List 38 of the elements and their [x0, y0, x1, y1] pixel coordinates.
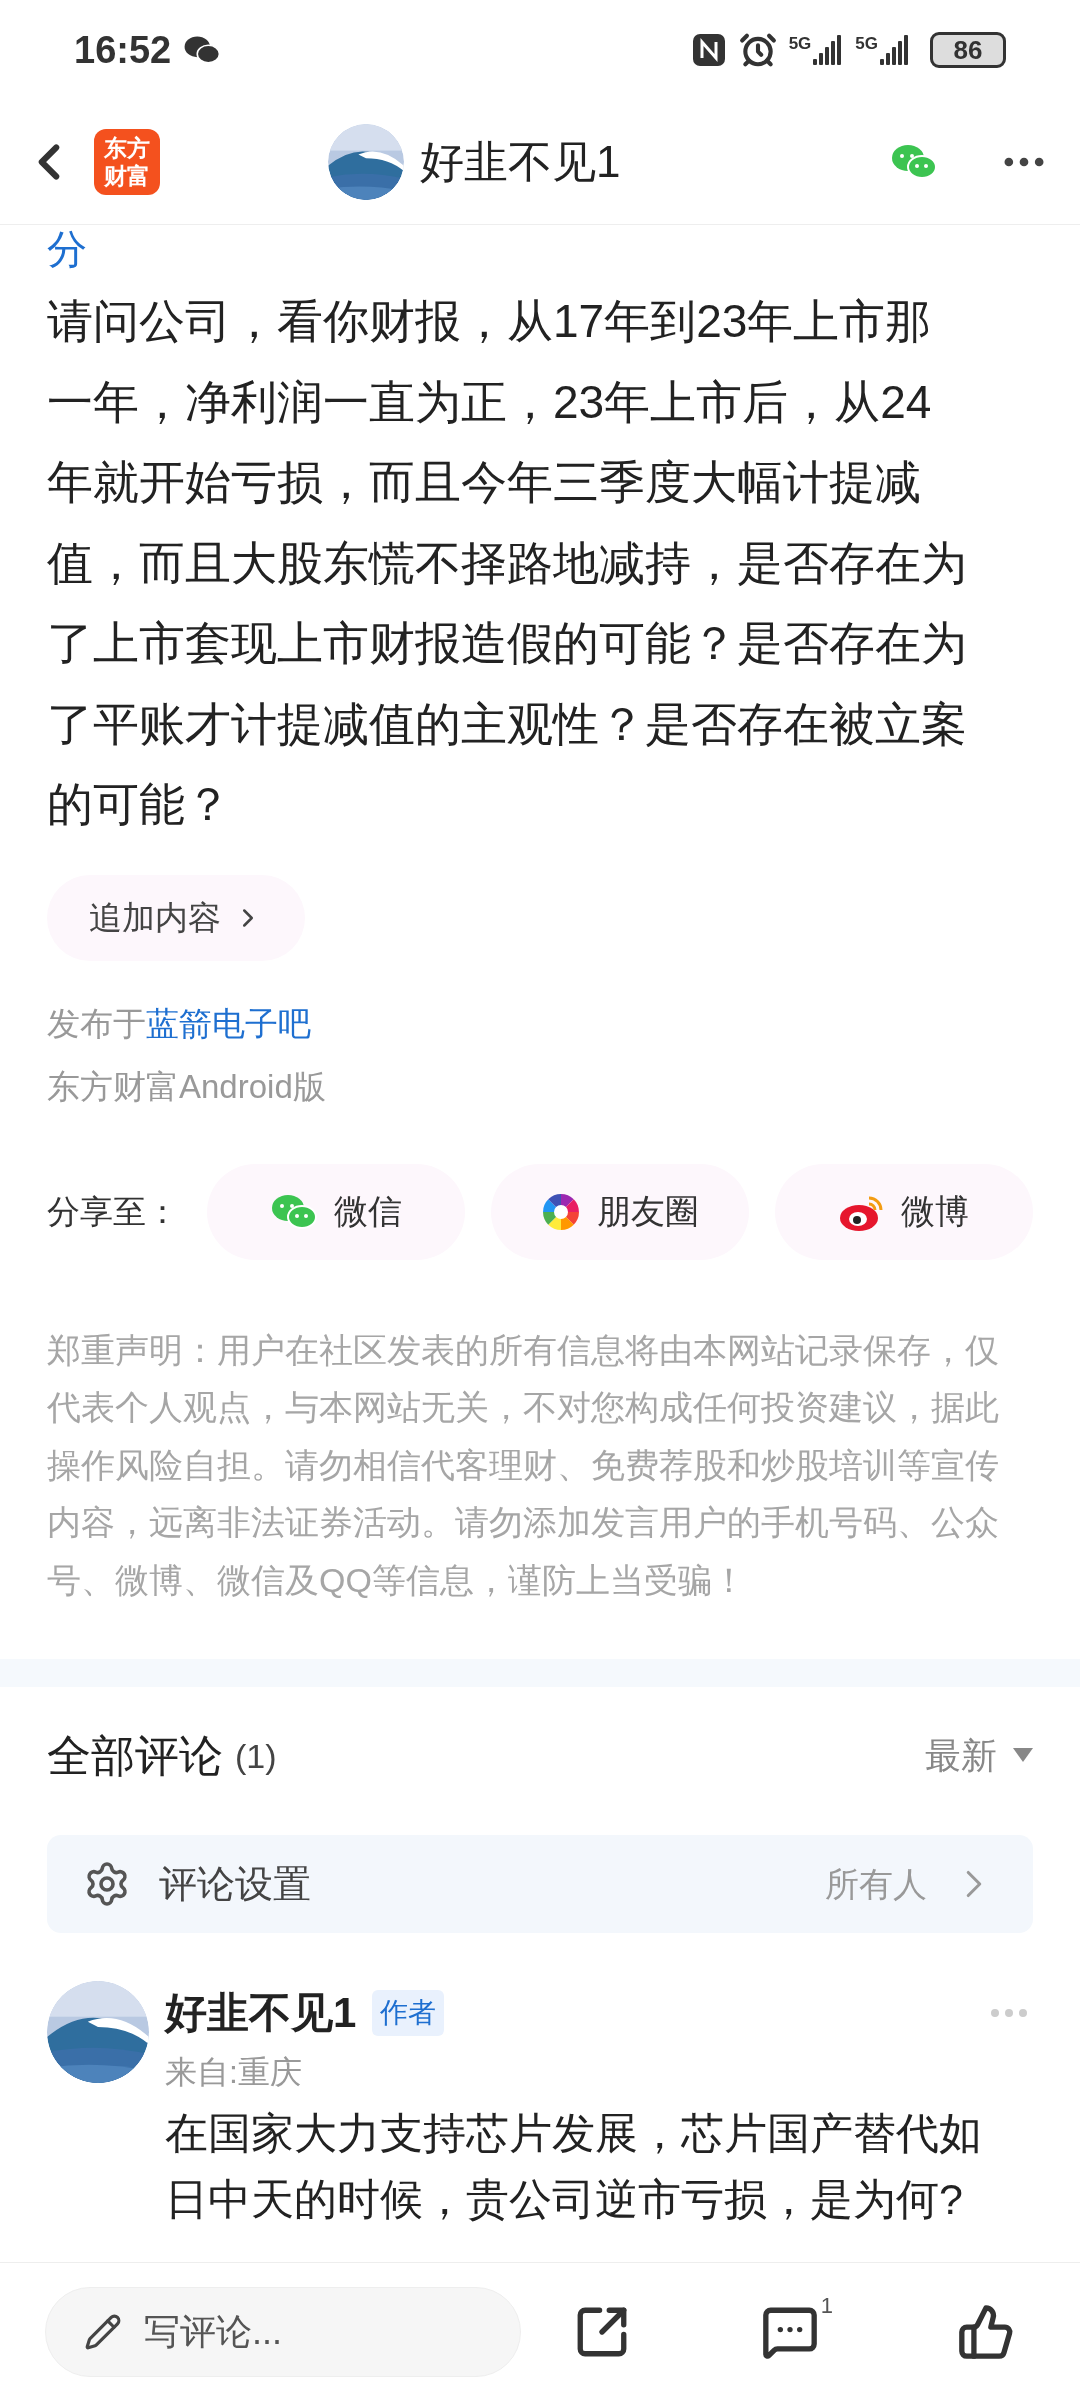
sort-dropdown[interactable]: 最新 — [925, 1729, 1033, 1783]
settings-label: 评论设置 — [159, 1861, 311, 1907]
alarm-icon — [738, 31, 777, 69]
disclaimer: 郑重声明：用户在社区发表的所有信息将由本网站记录保存，仅 代表个人观点，与本网站无关，不对您构成任何投资建议，据此 操作风险自担。请勿相信代客理财、免费荐股和炒股培训等宣传 内容，远离非法证券活动。请勿添加发言用户的手机号码、公众 号、微博、微信及QQ等信息，谨防上当受骗！ — [47, 1329, 1000, 1601]
network-label: 5G — [855, 35, 878, 52]
share-chip[interactable]: 微信 — [207, 1163, 465, 1260]
nfc-icon — [690, 32, 727, 68]
comments-title: 全部评论 — [47, 1730, 223, 1782]
comment-author: 好韭不见1 — [165, 1988, 357, 2038]
author-badge: 作者 — [372, 1989, 445, 2036]
comment-field[interactable]: 写评论... — [144, 2304, 424, 2359]
comment-settings-row[interactable]: 评论设置 所有人 — [47, 1835, 1033, 1933]
add-content-button[interactable]: 追加内容 — [47, 874, 305, 961]
comment-count: 1 — [820, 2291, 833, 2320]
like-icon[interactable] — [957, 2302, 1015, 2361]
forum-link[interactable]: 蓝箭电子吧 — [146, 1004, 311, 1042]
aperture-icon — [541, 1191, 581, 1232]
pencil-icon — [84, 2312, 122, 2351]
comment-input[interactable]: 写评论... — [45, 2286, 521, 2377]
share-chip[interactable]: 微博 — [775, 1163, 1033, 1260]
dropdown-icon — [1013, 1748, 1033, 1764]
post-body: 请问公司，看你财报，从17年到23年上市那 一年，净利润一直为正，23年上市后，从24 年就开始亏损，而且今年三季度大幅计提减 值，而且大股东慌不择路地减持，是否存在为 了上市套现上市财报造假的可能？是否存在为 了平账才计提减值的主观性？是否存在被立案 的可能？ — [47, 294, 968, 832]
share-chip[interactable]: 朋友圈 — [491, 1163, 749, 1260]
settings-value: 所有人 — [825, 1863, 927, 1905]
comment-location: 来自:重庆 — [165, 2053, 303, 2092]
signal-icon — [880, 35, 910, 65]
header-title: 好韭不见1 — [420, 136, 621, 188]
published-in: 发布于蓝箭电子吧 — [47, 1003, 312, 1044]
battery-indicator: 86 — [930, 32, 1006, 68]
signal-icon — [813, 35, 844, 65]
share-label: 分享至： — [47, 1191, 180, 1232]
client-info: 东方财富Android版 — [47, 1067, 327, 1107]
app-logo: 东方 财富 — [94, 129, 160, 195]
comments-count: (1) — [235, 1735, 277, 1777]
status-time: 16:52 — [74, 27, 172, 73]
comment-text: 在国家大力支持芯片发展，芯片国产替代如 日中天的时候，贵公司逆市亏损，是为何? — [165, 2108, 983, 2225]
cut-text: 分 — [47, 226, 87, 273]
network-label: 5G — [788, 35, 812, 52]
